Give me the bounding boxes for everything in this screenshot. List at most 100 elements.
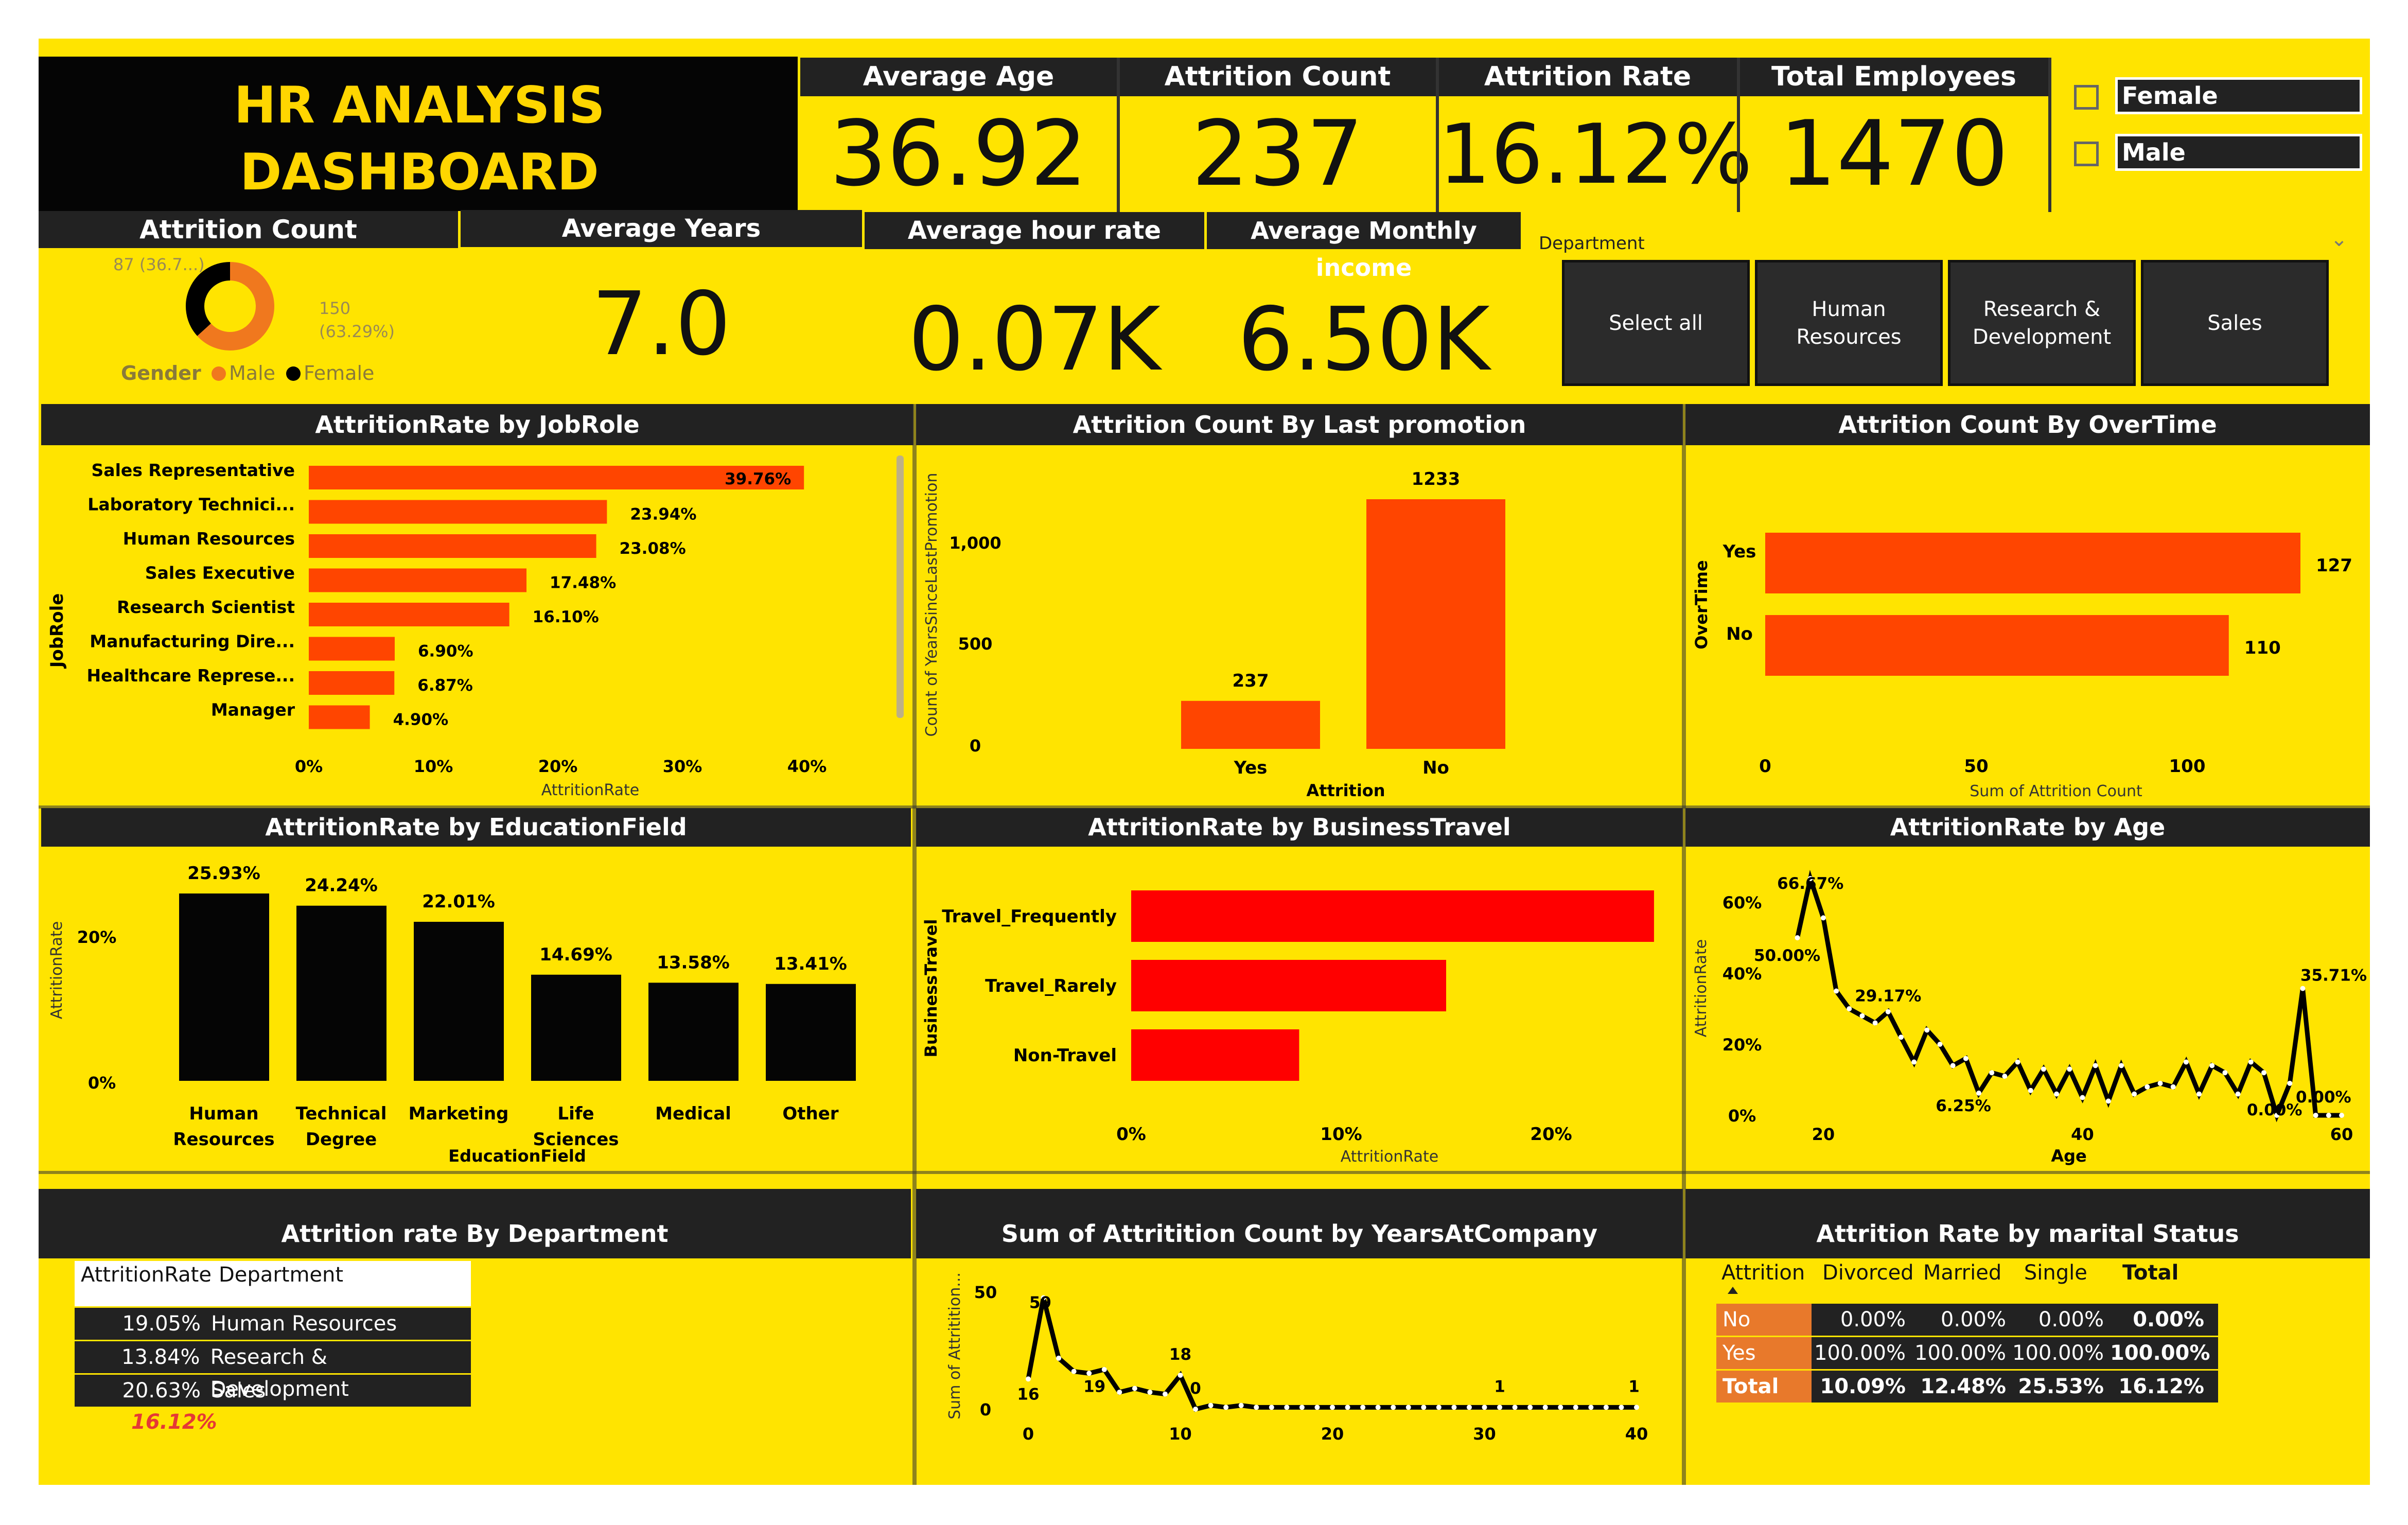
promotion-y-tick: 0 [970,736,981,756]
years-point [1284,1405,1290,1410]
department-option-select-all[interactable]: Select all [1562,260,1750,386]
years-point [1375,1405,1381,1410]
education-bar[interactable] [766,984,856,1081]
table-cell: Yes [1716,1337,1812,1369]
jobrole-bar[interactable] [309,705,370,729]
education-y-tick: 0% [88,1073,116,1093]
education-bar[interactable] [648,983,739,1081]
years-point [1177,1372,1183,1378]
table-cell: 10.09% [1820,1375,1906,1398]
department-table-total: 16.12% [131,1410,217,1434]
age-point [2105,1098,2111,1104]
donut-slice-female[interactable] [186,262,231,336]
table-cell: 0.00% [2133,1308,2204,1331]
travel-bar[interactable] [1131,960,1446,1011]
jobrole-value-label: 23.94% [630,505,696,524]
department-table-col-department[interactable]: Department [215,1261,343,1287]
jobrole-category-label: Manufacturing Dire... [90,632,295,652]
age-point [1989,1070,1995,1076]
kpi-average-age-label: Average Age [800,58,1117,96]
overtime-x-tick: 0 [1759,756,1771,777]
kpi-total-employees-label: Total Employees [1739,58,2048,96]
years-point [1603,1405,1609,1410]
marital-col[interactable]: Attrition [1716,1261,1817,1285]
age-point-label: 66.67% [1777,874,1843,893]
male-checkbox[interactable] [2074,142,2099,166]
marital-col[interactable]: Total [2117,1261,2218,1285]
female-checkbox[interactable] [2074,85,2099,110]
jobrole-bar-chart: JobRole Sales Representative 39.76% Labora… [47,455,904,799]
table-cell: 13.84% [121,1345,200,1369]
department-table-col-rate[interactable]: AttritionRate [75,1261,215,1287]
jobrole-scrollbar[interactable] [897,455,904,718]
education-value-label: 13.41% [774,954,847,974]
table-cell: 100.00% [2110,1341,2210,1365]
table-cell: 100.00% [1814,1341,1906,1365]
travel-x-tick: 0% [1116,1124,1146,1145]
jobrole-x-tick: 40% [787,757,827,776]
jobrole-value-label: 6.87% [417,676,473,695]
sort-ascending-icon[interactable] [1728,1287,1738,1294]
jobrole-value-label: 23.08% [620,539,686,558]
years-point-label: 59 [1029,1293,1051,1312]
overtime-value-label: 127 [2316,555,2352,576]
legend-title: Gender [121,362,201,384]
years-y-tick: 50 [974,1283,997,1302]
age-line-chart: AttritionRate 0% 20% 40% 60% 20 40 60 66.67% 50.… [1692,869,2367,1166]
years-point [1208,1403,1214,1408]
jobrole-bar[interactable] [309,500,607,524]
jobrole-bar[interactable] [309,568,527,592]
promotion-bar[interactable] [1366,499,1505,749]
age-point [2222,1070,2228,1076]
education-bar[interactable] [414,922,504,1081]
department-option-research-development[interactable]: Research & Development [1948,260,2136,386]
table-cell: Research & Development [210,1345,349,1401]
age-point [1911,1059,1917,1065]
overtime-bar[interactable] [1765,533,2300,593]
overtime-xlabel: Sum of Attrition Count [1970,782,2142,800]
donut-label-male-pct: (63.29%) [319,322,395,341]
jobrole-bar[interactable] [309,671,395,695]
department-option-human-resources[interactable]: Human Resources [1755,260,1943,386]
marital-table-header: Attrition Divorced Married Single Total [1716,1261,2218,1302]
age-point [2261,1070,2266,1076]
years-x-tick: 40 [1625,1424,1648,1444]
chevron-down-icon[interactable]: ⌄ [2326,226,2352,252]
age-y-tick: 60% [1722,893,1762,913]
education-value-label: 24.24% [305,875,378,896]
marital-col[interactable]: Married [1918,1261,2019,1285]
female-option[interactable]: Female [2115,77,2362,114]
page-title: HR ANALYSIS DASHBOARD [234,76,605,202]
marital-col[interactable]: Single [2019,1261,2117,1285]
age-point [2028,1088,2033,1093]
promotion-value-label: 1233 [1412,469,1461,489]
travel-bar[interactable] [1131,1029,1299,1081]
overtime-bar[interactable] [1765,615,2229,676]
male-option[interactable]: Male [2115,134,2362,171]
jobrole-xlabel: AttritionRate [541,781,639,799]
marital-table-title: Attrition Rate by marital Status [1685,1189,2370,1258]
education-value-label: 22.01% [422,891,495,912]
table-row: Yes 100.00% 100.00% 100.00% 100.00% [1716,1336,2218,1369]
age-point [1859,1013,1865,1019]
department-option-sales[interactable]: Sales [2141,260,2329,386]
education-bar[interactable] [531,974,621,1081]
jobrole-bar[interactable] [309,637,395,661]
promotion-bar[interactable] [1181,700,1320,749]
promotion-ylabel: Count of YearsSinceLastPromotion [923,473,941,737]
marital-col[interactable]: Divorced [1817,1261,1918,1285]
travel-bar[interactable] [1131,890,1654,942]
age-point [2015,1059,2020,1065]
education-bar[interactable] [296,905,386,1081]
age-point [2054,1091,2060,1097]
years-y-tick: 0 [980,1400,991,1419]
jobrole-bar[interactable] [309,534,596,558]
jobrole-bar[interactable] [309,603,509,626]
overtime-bar-chart: OverTime Yes 127 No 110 0 50 100 Sum of Attrit… [1692,533,2352,800]
education-bar[interactable] [179,893,269,1081]
travel-category-label: Travel_Frequently [942,906,1117,927]
years-point [1466,1405,1472,1410]
panel-divider [39,1171,2370,1174]
table-cell: 19.05% [122,1312,201,1336]
promotion-value-label: 237 [1233,671,1269,691]
